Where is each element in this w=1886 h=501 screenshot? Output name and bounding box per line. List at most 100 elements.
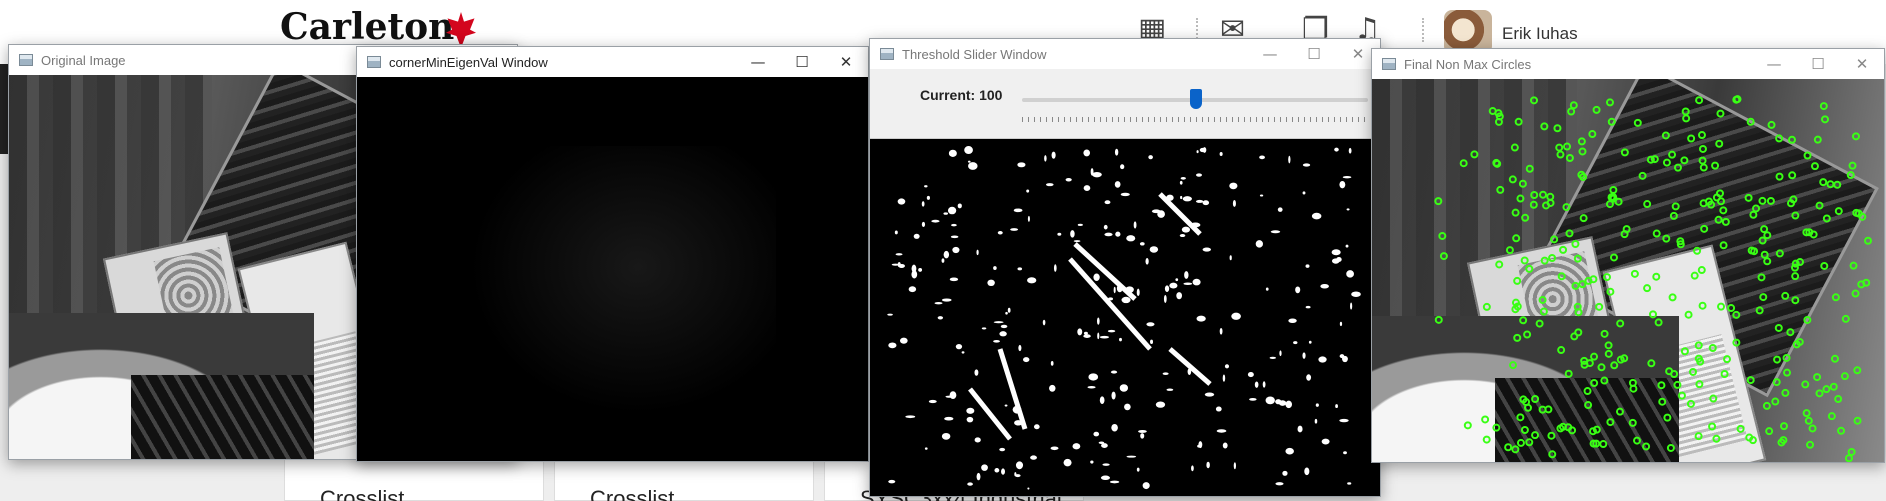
course-card-title[interactable]: Crosslist [320, 486, 404, 501]
threshold-blob [895, 253, 903, 256]
threshold-blob [1318, 356, 1327, 363]
threshold-blob [1001, 468, 1005, 475]
window-titlebar[interactable]: Final Non Max Circles — ☐ ✕ [1372, 49, 1884, 79]
threshold-blob [1139, 242, 1145, 246]
threshold-blob [1157, 210, 1165, 218]
threshold-blob [1320, 283, 1329, 289]
maximize-button[interactable]: ☐ [1292, 39, 1336, 69]
user-name[interactable]: Erik Iuhas [1502, 24, 1578, 44]
header-divider [1422, 18, 1424, 42]
threshold-blob [1049, 384, 1056, 392]
minimize-button[interactable]: — [1752, 49, 1796, 79]
threshold-blob [966, 416, 974, 423]
threshold-blob [947, 206, 957, 215]
threshold-blob [1092, 171, 1102, 178]
window-titlebar[interactable]: Threshold Slider Window — ☐ ✕ [870, 39, 1380, 69]
threshold-blob [1119, 337, 1122, 342]
threshold-blob [1114, 181, 1121, 188]
threshold-blob [1018, 344, 1022, 352]
threshold-blob [974, 437, 981, 443]
threshold-blob [1350, 302, 1353, 310]
threshold-blob [1331, 258, 1340, 264]
threshold-blob [913, 233, 920, 239]
minimize-button[interactable]: — [1248, 39, 1292, 69]
threshold-blob [1183, 282, 1193, 286]
threshold-blob [1262, 381, 1266, 388]
threshold-blob [1179, 234, 1186, 238]
threshold-blob [1169, 282, 1178, 289]
threshold-blob [1083, 185, 1091, 192]
threshold-blob [1120, 164, 1125, 170]
slider-value-label: Current: 100 [920, 87, 1003, 103]
threshold-blob [1023, 357, 1030, 363]
threshold-blob [1215, 406, 1222, 412]
threshold-blob [1096, 317, 1100, 325]
threshold-blob [967, 160, 971, 163]
threshold-blob [1121, 296, 1131, 304]
threshold-blob [1073, 240, 1081, 243]
maximize-button[interactable]: ☐ [1796, 49, 1840, 79]
threshold-blob [1100, 475, 1111, 481]
slider-ticks [1022, 117, 1368, 122]
threshold-blob [967, 482, 973, 486]
window-title: Final Non Max Circles [1404, 56, 1532, 72]
threshold-window[interactable]: Threshold Slider Window — ☐ ✕ Current: 1… [869, 38, 1381, 497]
threshold-blob [1229, 255, 1232, 261]
threshold-blob [1270, 230, 1281, 234]
threshold-blob [1182, 196, 1192, 202]
slider-thumb[interactable] [1190, 89, 1202, 109]
threshold-blob [1057, 232, 1062, 236]
threshold-blob [1206, 461, 1210, 469]
threshold-blob [1114, 148, 1119, 156]
threshold-blob [1026, 189, 1030, 193]
threshold-edge [1158, 192, 1202, 236]
app-window-icon [1382, 58, 1396, 70]
threshold-blob [1304, 467, 1310, 476]
site-logo[interactable]: Carleton [280, 6, 454, 48]
threshold-blob [976, 249, 979, 256]
threshold-blob [1050, 361, 1054, 366]
threshold-blob [1345, 244, 1349, 248]
threshold-blob [937, 316, 944, 320]
threshold-blob [1192, 278, 1201, 286]
threshold-blob [1017, 267, 1023, 271]
course-card-title[interactable]: Crosslist [590, 486, 674, 501]
window-titlebar[interactable]: cornerMinEigenVal Window — ☐ ✕ [357, 47, 868, 77]
threshold-blob [1115, 231, 1121, 237]
eigen-window[interactable]: cornerMinEigenVal Window — ☐ ✕ [356, 46, 869, 462]
close-button[interactable]: ✕ [824, 47, 868, 77]
threshold-blob [1119, 384, 1129, 392]
threshold-blob [951, 223, 957, 227]
threshold-blob [948, 149, 957, 157]
threshold-blob [1288, 318, 1297, 323]
threshold-blob [1090, 168, 1094, 176]
threshold-blob [1027, 215, 1030, 222]
final-circles-window[interactable]: Final Non Max Circles — ☐ ✕ [1371, 48, 1885, 463]
threshold-blob [1138, 430, 1147, 433]
threshold-blob [897, 262, 901, 268]
threshold-blob [1293, 341, 1298, 345]
threshold-blob [994, 468, 1000, 473]
threshold-blob [1348, 147, 1352, 154]
threshold-blob [1255, 240, 1263, 248]
threshold-blob [1224, 364, 1230, 369]
threshold-blob [966, 407, 975, 414]
minimize-button[interactable]: — [736, 47, 780, 77]
window-title: Original Image [41, 52, 126, 68]
threshold-blob [1097, 332, 1100, 340]
threshold-blob [1204, 392, 1215, 397]
close-button[interactable]: ✕ [1840, 49, 1884, 79]
threshold-blob [1099, 396, 1105, 405]
threshold-blob [1302, 191, 1306, 195]
threshold-blob [1181, 226, 1191, 233]
threshold-blob [1343, 451, 1347, 455]
threshold-blob [1196, 173, 1202, 177]
window-title: Threshold Slider Window [902, 46, 1047, 62]
threshold-blob [1342, 176, 1352, 179]
threshold-blob [1285, 447, 1294, 455]
threshold-blob [1146, 322, 1155, 327]
threshold-blob [1199, 147, 1206, 153]
threshold-blob [1126, 455, 1137, 458]
threshold-blob [1103, 224, 1108, 230]
maximize-button[interactable]: ☐ [780, 47, 824, 77]
